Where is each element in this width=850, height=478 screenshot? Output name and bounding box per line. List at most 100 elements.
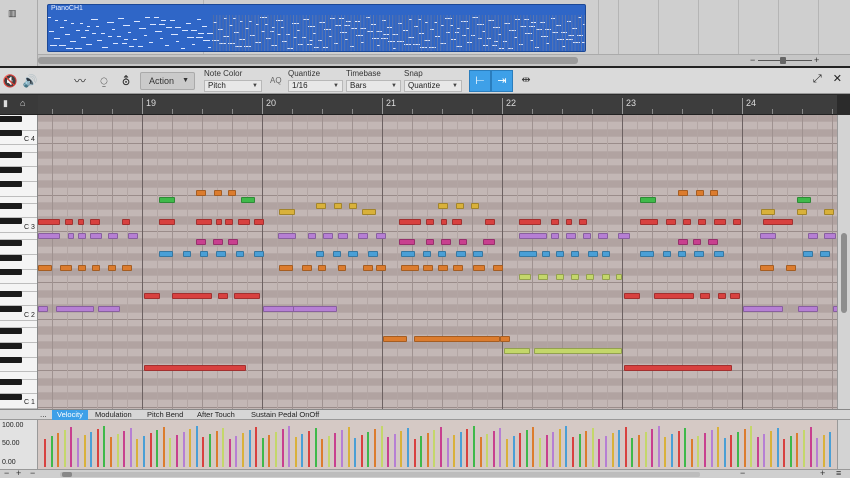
midi-note[interactable] [760,265,774,271]
midi-note[interactable] [362,209,376,215]
midi-note[interactable] [316,251,324,257]
controller-tab[interactable]: Velocity [52,410,88,420]
midi-note[interactable] [556,274,564,280]
velocity-bar[interactable] [453,435,456,467]
midi-note[interactable] [551,219,559,225]
velocity-bar[interactable] [710,430,713,467]
velocity-bar[interactable] [605,436,607,467]
midi-note[interactable] [308,233,316,239]
arrange-scrollbar[interactable]: − + [38,54,850,66]
velocity-bar[interactable] [664,437,667,467]
black-key[interactable] [0,218,22,225]
midi-note[interactable] [824,209,834,215]
velocity-bar[interactable] [651,429,654,467]
velocity-bar[interactable] [44,439,46,467]
midi-note[interactable] [279,209,295,215]
horizontal-scrollbar[interactable] [60,472,700,477]
midi-note[interactable] [426,219,434,225]
midi-note[interactable] [678,190,688,196]
midi-note[interactable] [423,251,431,257]
midi-note[interactable] [218,293,228,299]
midi-note[interactable] [348,251,358,257]
midi-note[interactable] [238,219,250,225]
velocity-bar[interactable] [789,436,792,467]
velocity-bar[interactable] [374,429,376,467]
velocity-bar[interactable] [519,433,522,467]
midi-note[interactable] [338,265,346,271]
midi-note[interactable] [519,233,547,239]
velocity-bar[interactable] [816,438,819,467]
velocity-bar[interactable] [96,429,99,467]
black-key[interactable] [0,203,22,210]
midi-note[interactable] [241,197,255,203]
midi-note[interactable] [438,203,448,209]
velocity-bar[interactable] [704,433,706,467]
velocity-bar[interactable] [228,439,231,467]
velocity-bar[interactable] [281,429,284,467]
midi-note[interactable] [279,265,293,271]
midi-note[interactable] [714,251,724,257]
midi-note[interactable] [183,251,191,257]
velocity-bar[interactable] [354,438,357,467]
midi-note[interactable] [519,219,541,225]
midi-note[interactable] [473,251,483,257]
midi-note[interactable] [483,239,495,245]
midi-note[interactable] [786,265,796,271]
velocity-bar[interactable] [512,436,515,467]
quantize-select[interactable]: 1/16 ▼ [288,80,343,92]
midi-note[interactable] [228,239,238,245]
velocity-bar[interactable] [407,428,409,467]
velocity-bar[interactable] [822,435,825,467]
midi-note[interactable] [90,219,100,225]
velocity-bar[interactable] [499,428,502,467]
velocity-bar[interactable] [743,429,746,467]
velocity-bar[interactable] [393,434,396,467]
midi-note[interactable] [824,233,836,239]
velocity-bar[interactable] [473,426,475,467]
midi-note[interactable] [640,197,656,203]
velocity-bar[interactable] [492,431,495,467]
midi-note[interactable] [401,251,415,257]
midi-note[interactable] [710,190,718,196]
black-key[interactable] [0,327,22,334]
midi-note[interactable] [144,365,246,371]
midi-note[interactable] [456,251,466,257]
midi-note[interactable] [159,251,173,257]
midi-note[interactable] [293,306,337,312]
midi-note[interactable] [92,265,100,271]
midi-note[interactable] [598,233,608,239]
close-icon[interactable]: ✕ [833,73,842,85]
midi-note[interactable] [216,219,222,225]
midi-note[interactable] [302,265,312,271]
midi-note[interactable] [214,190,222,196]
velocity-bar[interactable] [644,432,647,467]
midi-note[interactable] [399,219,421,225]
velocity-bar[interactable] [235,436,238,467]
midi-note[interactable] [196,190,206,196]
black-key[interactable] [0,357,22,364]
velocity-bar[interactable] [222,428,225,467]
velocity-bar[interactable] [697,436,700,467]
midi-note[interactable] [714,219,726,225]
midi-note[interactable] [38,219,60,225]
black-key[interactable] [0,269,22,276]
velocity-bar[interactable] [400,431,403,467]
midi-note[interactable] [234,293,260,299]
controller-tab[interactable]: Sustain Pedal OnOff [246,410,324,420]
midi-note[interactable] [538,274,548,280]
controller-tab[interactable]: Modulation [90,410,137,420]
midi-note[interactable] [78,265,86,271]
midi-note[interactable] [534,348,622,354]
velocity-lane[interactable] [38,420,837,469]
velocity-bar[interactable] [545,435,548,467]
midi-note[interactable] [797,197,811,203]
auto-quantize-label[interactable]: AQ [270,76,282,85]
timebase-select[interactable]: Bars ▼ [346,80,401,92]
midi-note[interactable] [159,219,175,225]
midi-note[interactable] [616,274,622,280]
midi-note[interactable] [456,203,464,209]
velocity-bar[interactable] [116,434,119,467]
velocity-bar[interactable] [83,435,86,467]
midi-note[interactable] [803,251,813,257]
snap-lines-icon[interactable]: ⇹ [515,70,537,92]
